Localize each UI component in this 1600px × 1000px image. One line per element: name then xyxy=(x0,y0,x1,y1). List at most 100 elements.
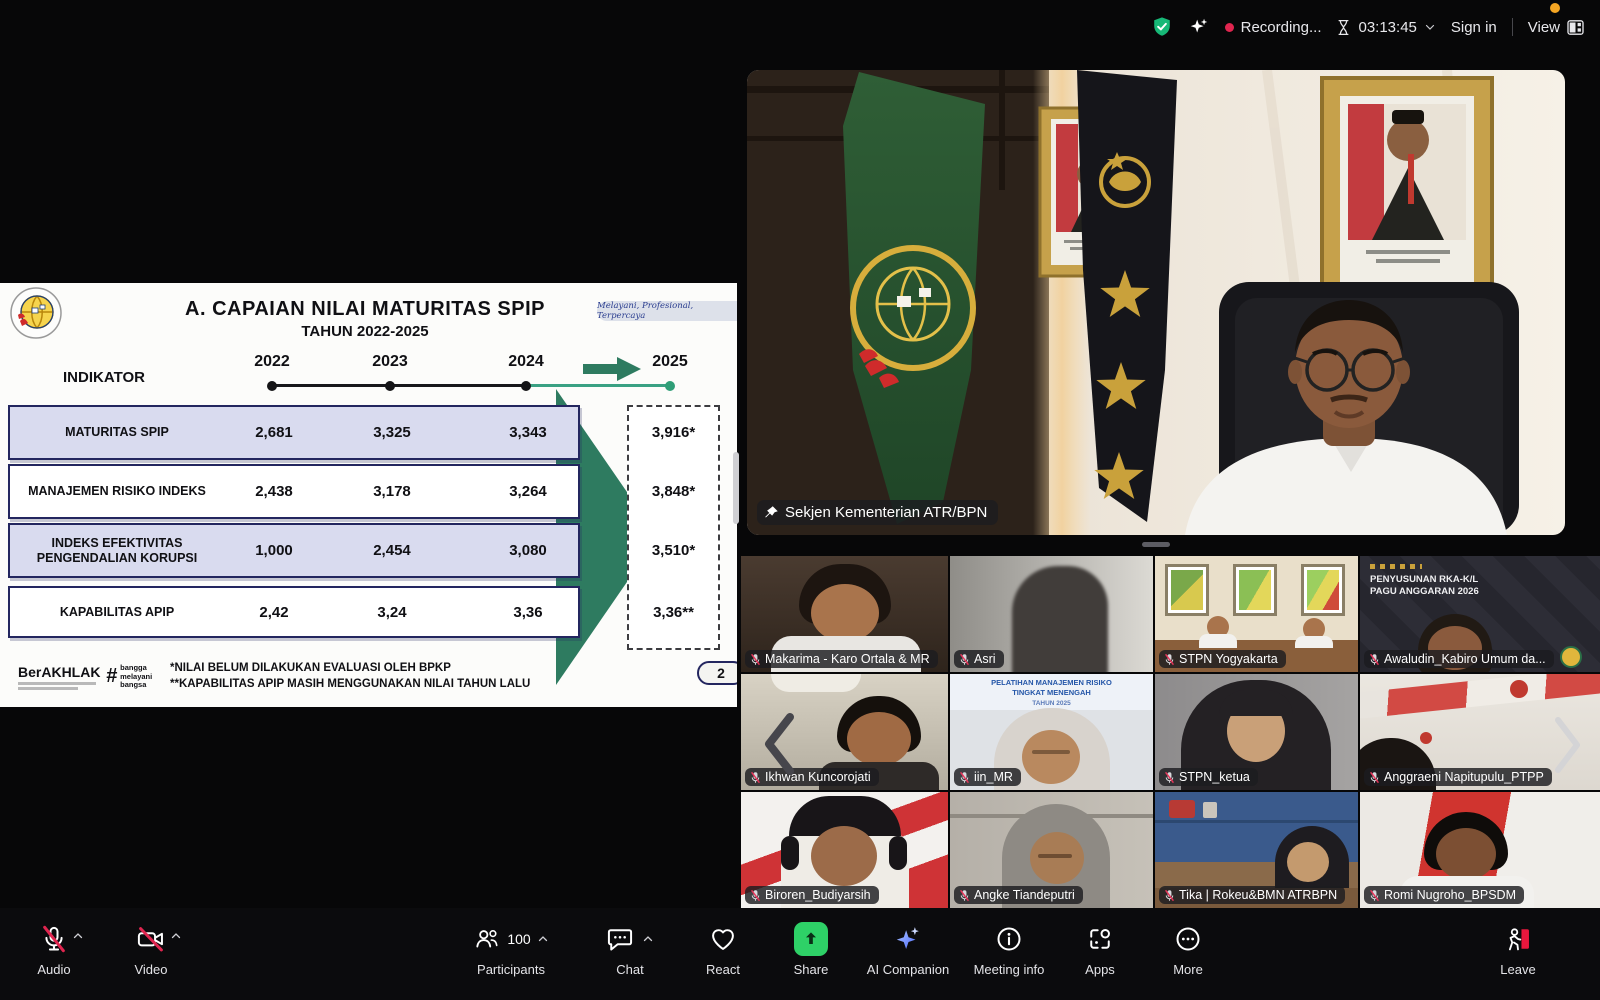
participant-tile[interactable]: STPN Yogyakarta xyxy=(1155,556,1358,672)
page-number-badge: 2 xyxy=(697,661,737,685)
berakhlak-logo: BerAKHLAK xyxy=(18,664,100,680)
audio-options-chevron[interactable] xyxy=(72,930,84,942)
participant-name-tag: STPN Yogyakarta xyxy=(1159,650,1286,668)
muted-mic-icon xyxy=(750,889,761,902)
cell-value: 2,681 xyxy=(224,407,324,458)
panel-divider-grip[interactable] xyxy=(733,452,739,524)
year-header-2025: 2025 xyxy=(635,353,705,371)
participant-name-tag: Makarima - Karo Ortala & MR xyxy=(745,650,938,668)
sign-in-button[interactable]: Sign in xyxy=(1451,19,1497,36)
target-value: 3,916* xyxy=(629,424,718,441)
cell-value: 3,325 xyxy=(342,407,442,458)
meeting-info-button[interactable]: Meeting info xyxy=(949,920,1069,977)
cell-value: 3,178 xyxy=(342,466,442,517)
recording-dot-icon xyxy=(1225,23,1234,32)
participant-tile[interactable]: Biroren_Budiyarsih xyxy=(741,792,948,908)
participant-tile[interactable]: PENYUSUNAN RKA-K/L PAGU ANGGARAN 2026 Aw… xyxy=(1360,556,1600,672)
participant-name-tag: Romi Nugroho_BPSDM xyxy=(1364,886,1524,904)
muted-mic-icon xyxy=(959,889,970,902)
recording-indicator[interactable]: Recording... xyxy=(1225,19,1322,36)
participant-name-tag: Biroren_Budiyarsih xyxy=(745,886,879,904)
participant-name: STPN_ketua xyxy=(1179,770,1250,784)
participant-tile[interactable]: Makarima - Karo Ortala & MR xyxy=(741,556,948,672)
audio-button[interactable]: Audio xyxy=(12,920,96,977)
timeline-line-green xyxy=(526,384,670,387)
participant-tile[interactable]: Tika | Rokeu&BMN ATRBPN xyxy=(1155,792,1358,908)
bangga-melayani-bangsa-logo: # bangga melayani bangsa xyxy=(106,664,152,690)
cell-value: 3,24 xyxy=(342,588,442,636)
participants-icon xyxy=(473,926,501,952)
participant-name: STPN Yogyakarta xyxy=(1179,652,1278,666)
leave-label: Leave xyxy=(1500,962,1535,977)
hash-icon: # xyxy=(106,665,117,688)
atrbpn-logo xyxy=(10,287,62,339)
apps-button[interactable]: Apps xyxy=(1060,920,1140,977)
video-drag-handle[interactable] xyxy=(1142,542,1170,547)
share-screen-icon xyxy=(794,922,828,956)
participants-count: 100 xyxy=(507,931,530,947)
tile-overlay-title: PELATIHAN MANAJEMEN RISIKO xyxy=(991,678,1112,687)
table-row: MATURITAS SPIP 2,681 3,325 3,343 xyxy=(8,405,580,460)
tile-overlay-title: PENYUSUNAN RKA-K/L xyxy=(1370,574,1478,585)
participant-tile[interactable]: Asri xyxy=(950,556,1153,672)
leave-icon xyxy=(1503,924,1533,954)
participant-tile[interactable]: Romi Nugroho_BPSDM xyxy=(1360,792,1600,908)
muted-mic-icon xyxy=(959,653,970,666)
chat-button[interactable]: Chat xyxy=(585,920,675,977)
video-options-chevron[interactable] xyxy=(170,930,182,942)
participant-name-tag: Asri xyxy=(954,650,1004,668)
muted-mic-icon xyxy=(1164,771,1175,784)
audio-label: Audio xyxy=(37,962,70,977)
muted-mic-icon xyxy=(1369,771,1380,784)
target-2025-box: 3,916* 3,848* 3,510* 3,36** xyxy=(627,405,720,650)
year-header-2022: 2022 xyxy=(237,353,307,371)
participant-name-tag: Anggraeni Napitupulu_PTPP xyxy=(1364,768,1552,786)
meeting-info-label: Meeting info xyxy=(974,962,1045,977)
gallery-prev-arrow[interactable] xyxy=(762,712,798,776)
zoom-meeting-window: Recording... 03:13:45 Sign in View xyxy=(0,0,1600,1000)
cell-value: 3,36 xyxy=(478,588,578,636)
more-button[interactable]: More xyxy=(1148,920,1228,977)
speaker-video-scene xyxy=(747,70,1565,535)
table-row: INDEKS EFEKTIVITAS PENGENDALIAN KORUPSI … xyxy=(8,523,580,578)
participant-tile[interactable]: STPN_ketua xyxy=(1155,674,1358,790)
slide-title: A. CAPAIAN NILAI MATURITAS SPIP xyxy=(130,298,600,321)
chevron-down-icon xyxy=(1424,21,1436,33)
berakhlak-subtext xyxy=(18,682,96,685)
security-shield-icon[interactable] xyxy=(1151,15,1173,39)
row-label: MANAJEMEN RISIKO INDEKS xyxy=(14,466,220,517)
footnote-2: **KAPABILITAS APIP MASIH MENGGUNAKAN NIL… xyxy=(170,678,530,690)
hourglass-icon xyxy=(1336,19,1351,36)
share-button[interactable]: Share xyxy=(771,920,851,977)
cell-value: 3,264 xyxy=(478,466,578,517)
table-header-indikator: INDIKATOR xyxy=(28,369,180,386)
meeting-timer[interactable]: 03:13:45 xyxy=(1336,19,1435,36)
recording-label: Recording... xyxy=(1241,19,1322,36)
participant-name: iin_MR xyxy=(974,770,1013,784)
muted-mic-icon xyxy=(750,653,761,666)
participant-tile[interactable]: PELATIHAN MANAJEMEN RISIKO TINGKAT MENEN… xyxy=(950,674,1153,790)
row-label: INDEKS EFEKTIVITAS PENGENDALIAN KORUPSI xyxy=(14,525,220,576)
timeline-line-black xyxy=(272,384,526,387)
cell-value: 2,438 xyxy=(224,466,324,517)
react-button[interactable]: React xyxy=(683,920,763,977)
participant-tile[interactable]: Angke Tiandeputri xyxy=(950,792,1153,908)
gallery-next-arrow[interactable] xyxy=(1552,716,1582,774)
year-header-2024: 2024 xyxy=(491,353,561,371)
cell-value: 3,080 xyxy=(478,525,578,576)
participants-button[interactable]: 100 Participants xyxy=(455,920,567,977)
ai-companion-status-icon[interactable] xyxy=(1188,16,1210,38)
row-label: KAPABILITAS APIP xyxy=(14,588,220,636)
leave-button[interactable]: Leave xyxy=(1478,920,1558,977)
video-button[interactable]: Video xyxy=(109,920,193,977)
chat-options-chevron[interactable] xyxy=(642,933,654,945)
target-value: 3,848* xyxy=(629,483,718,500)
chat-label: Chat xyxy=(616,962,643,977)
active-speaker-video[interactable]: Sekjen Kementerian ATR/BPN xyxy=(747,70,1565,535)
share-label: Share xyxy=(794,962,829,977)
participants-options-chevron[interactable] xyxy=(537,933,549,945)
muted-mic-icon xyxy=(959,771,970,784)
more-icon xyxy=(1174,925,1202,953)
participant-name-tag: Awaludin_Kabiro Umum da... xyxy=(1364,650,1554,668)
view-button[interactable]: View xyxy=(1528,19,1584,36)
